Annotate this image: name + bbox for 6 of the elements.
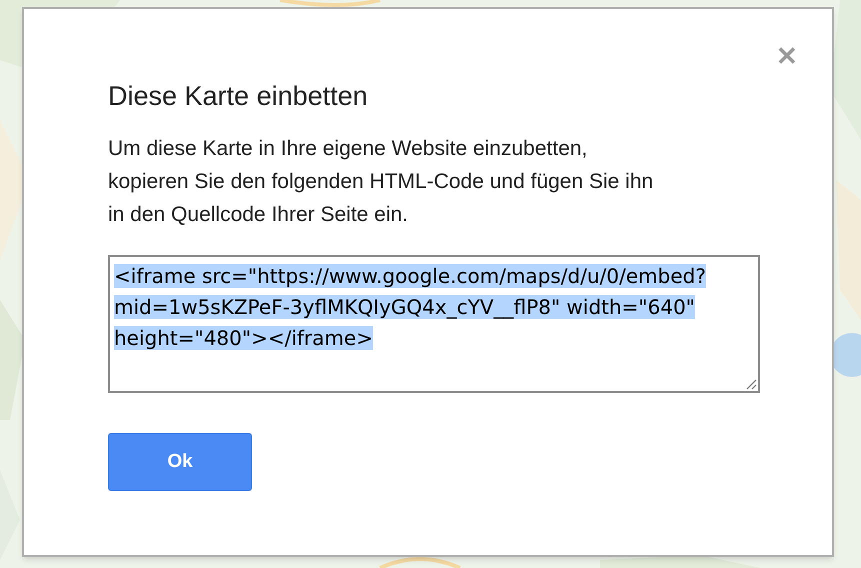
ok-button[interactable]: Ok [108,433,252,491]
resize-grip-icon[interactable] [745,378,757,390]
close-button[interactable]: ✕ [776,43,798,69]
code-field[interactable]: <iframe src="https://www.google.com/maps/d/u/0/embed?mid=1w5sKZPeF-3yflMKQIyGQ4x_cYV__flP8" width="640" height="480"></iframe> [108,255,760,393]
description-text: Um diese Karte in Ihre eigene Website einzubetten, kopieren Sie den folgenden HTML-Code und fügen Sie ihn in den Quellcode Ihrer Seite ein. [108,136,654,228]
dialog-title: Diese Karte einbetten [108,80,368,113]
